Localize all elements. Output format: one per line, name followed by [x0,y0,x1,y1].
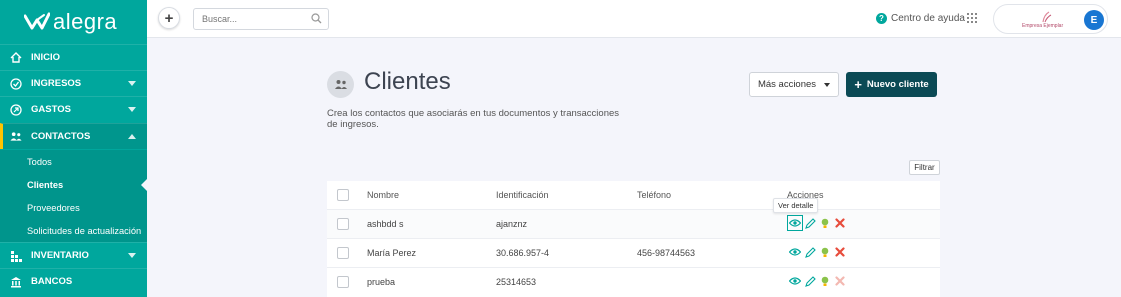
delete-icon[interactable] [834,217,846,229]
brand-name: alegra [53,9,118,34]
caret-down-icon [824,82,831,87]
sidebar-subitem-solicitudes[interactable]: Solicitudes de actualización [0,219,147,242]
sidebar-subitem-label: Clientes [27,179,64,190]
sidebar-subitem-label: Proveedores [27,202,80,213]
home-icon [10,52,22,64]
help-center-link[interactable]: ? Centro de ayuda [876,13,965,24]
brand-logo[interactable]: alegra [0,0,147,44]
new-client-button[interactable]: + Nuevo cliente [846,72,937,97]
row-checkbox[interactable] [337,218,349,230]
client-name[interactable]: ashbdd s [367,219,404,229]
quick-add-button[interactable]: + [158,7,180,29]
alegra-logo-icon [24,12,50,30]
row-actions [789,246,846,258]
sidebar-subitem-label: Solicitudes de actualización [27,225,142,236]
more-actions-button[interactable]: Más acciones [749,72,839,97]
row-checkbox[interactable] [337,276,349,288]
table-row: María Perez 30.686.957-4 456-98744563 [327,238,940,267]
contacts-page-icon [327,71,354,98]
plus-icon: + [854,77,862,92]
column-header-identificacion[interactable]: Identificación [496,190,549,200]
select-all-checkbox[interactable] [337,189,349,201]
page-description: Crea los contactos que asociarás en tus … [327,108,620,130]
sidebar-item-contactos[interactable]: CONTACTOS [0,123,147,149]
search-input[interactable] [193,8,329,30]
lightbulb-icon[interactable] [819,246,831,258]
sidebar-item-inventario[interactable]: INVENTARIO [0,242,147,268]
edit-icon[interactable] [804,217,816,229]
topbar: + ? Centro de ayuda Empresa Ejemplar E [147,0,1121,38]
clients-table: Nombre Identificación Teléfono Acciones … [327,181,940,297]
view-detail-tooltip: Ver detalle [773,198,819,213]
sidebar-item-label: CONTACTOS [31,131,91,142]
client-phone: 456-98744563 [637,248,696,258]
help-label: Centro de ayuda [891,13,965,24]
contacts-icon [10,131,22,143]
page-title: Clientes [364,68,451,95]
table-row: ashbdd s ajanznz [327,209,940,238]
sidebar-subitem-proveedores[interactable]: Proveedores [0,196,147,219]
sidebar: alegra INICIO INGRESOS GASTOS CONTACTOS … [0,0,147,297]
table-header: Nombre Identificación Teléfono Acciones [327,181,940,209]
delete-icon-disabled [834,275,846,287]
chevron-down-icon [128,81,136,86]
client-identification: 30.686.957-4 [496,248,550,258]
apps-grid-icon[interactable] [967,13,977,23]
new-client-label: Nuevo cliente [866,79,929,90]
view-icon[interactable] [787,215,803,231]
row-actions [789,275,846,287]
column-header-telefono[interactable]: Teléfono [637,190,671,200]
income-icon [10,77,22,90]
view-icon[interactable] [789,246,801,258]
lightbulb-icon[interactable] [819,275,831,287]
edit-icon[interactable] [804,275,816,287]
search-icon[interactable] [311,13,322,24]
company-name: Empresa Ejemplar [1022,23,1064,29]
sidebar-item-ingresos[interactable]: INGRESOS [0,70,147,96]
expenses-icon [10,103,22,116]
sidebar-subitem-label: Todos [27,156,52,167]
column-header-nombre[interactable]: Nombre [367,190,399,200]
sidebar-subitem-todos[interactable]: Todos [0,150,147,173]
bank-icon [10,276,22,288]
lightbulb-icon[interactable] [819,217,831,229]
sidebar-item-label: INGRESOS [31,78,82,89]
client-identification: 25314653 [496,277,537,287]
more-actions-label: Más acciones [757,79,817,90]
table-row: prueba 25314653 [327,267,940,296]
client-name[interactable]: María Perez [367,248,416,258]
chevron-down-icon [128,253,136,258]
chevron-up-icon [128,134,136,139]
active-indicator [141,179,147,191]
sidebar-item-label: BANCOS [31,276,73,287]
sidebar-item-bancos[interactable]: BANCOS [0,268,147,294]
edit-icon[interactable] [804,246,816,258]
row-checkbox[interactable] [337,247,349,259]
sidebar-item-gastos[interactable]: GASTOS [0,96,147,122]
sidebar-subitem-clientes[interactable]: Clientes [0,173,147,196]
client-name[interactable]: prueba [367,277,395,287]
help-icon: ? [876,13,887,24]
row-actions [787,215,846,231]
sidebar-item-label: GASTOS [31,104,71,115]
sidebar-item-label: INVENTARIO [31,250,89,261]
view-icon[interactable] [789,275,801,287]
user-avatar[interactable]: E [1084,10,1104,30]
filter-button[interactable]: Filtrar [909,160,940,175]
client-identification: ajanznz [496,219,528,229]
inventory-icon [10,250,22,262]
company-logo-icon [1042,11,1052,23]
chevron-down-icon [128,107,136,112]
sidebar-item-label: INICIO [31,52,61,63]
delete-icon[interactable] [834,246,846,258]
sidebar-item-inicio[interactable]: INICIO [0,44,147,70]
